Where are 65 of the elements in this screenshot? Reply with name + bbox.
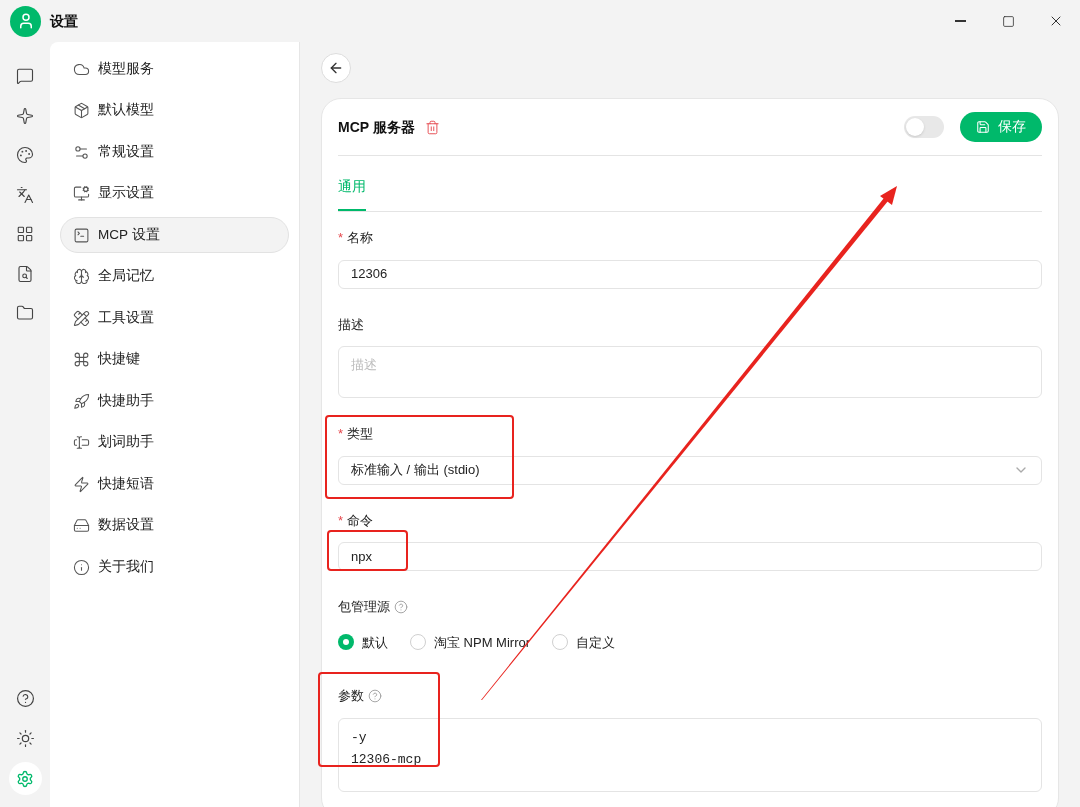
maximize-icon bbox=[1001, 14, 1015, 28]
command-icon bbox=[73, 351, 90, 368]
sparkle-icon bbox=[16, 106, 34, 125]
monitor-icon bbox=[73, 185, 90, 202]
radio-label: 淘宝 NPM Mirror bbox=[434, 633, 531, 652]
sidebar-item[interactable]: 数据设置 bbox=[60, 507, 289, 544]
radio-button[interactable] bbox=[410, 634, 426, 651]
settings-icon bbox=[16, 769, 34, 788]
avatar[interactable] bbox=[10, 5, 41, 37]
sliders-icon bbox=[73, 143, 90, 161]
minimize-icon bbox=[954, 20, 966, 22]
sun-icon bbox=[15, 728, 35, 748]
sidebar-item[interactable]: 关于我们 bbox=[60, 549, 289, 585]
sidebar-item[interactable]: 常规设置 bbox=[60, 134, 289, 170]
help-icon bbox=[15, 688, 35, 708]
box-icon bbox=[73, 102, 90, 119]
folder-icon bbox=[16, 304, 34, 322]
field-label: 包管理源 bbox=[338, 598, 390, 616]
sidebar-item[interactable]: 划词助手 bbox=[60, 424, 289, 461]
grid-icon bbox=[16, 225, 34, 243]
sidebar-item[interactable]: 模型服务 bbox=[60, 51, 289, 87]
save-icon bbox=[976, 120, 990, 134]
field-label: 类型 bbox=[347, 425, 374, 443]
pencil-ruler-icon bbox=[73, 309, 90, 327]
enable-toggle[interactable] bbox=[904, 116, 944, 138]
chat-icon bbox=[16, 67, 34, 85]
sidebar-item[interactable]: MCP 设置 bbox=[60, 217, 289, 253]
terminal-icon bbox=[73, 226, 90, 244]
text-field[interactable]: 12306 bbox=[338, 259, 1042, 289]
palette-icon bbox=[16, 146, 34, 164]
radio-button[interactable] bbox=[338, 634, 354, 651]
lightning-icon bbox=[73, 475, 90, 493]
brain-icon bbox=[73, 268, 90, 285]
field-label: 描述 bbox=[338, 315, 364, 334]
radio-label: 默认 bbox=[362, 633, 388, 652]
sidebar-item[interactable]: 快捷短语 bbox=[60, 466, 289, 502]
back-arrow-icon bbox=[328, 60, 344, 76]
arguments-field[interactable]: -y 12306-mcp bbox=[338, 717, 1042, 792]
field-label: 命令 bbox=[347, 511, 374, 530]
sidebar-item[interactable]: 快捷键 bbox=[60, 341, 289, 378]
text-cursor-icon bbox=[73, 434, 90, 451]
sidebar-item[interactable]: 工具设置 bbox=[60, 300, 289, 336]
sidebar-item[interactable]: 默认模型 bbox=[60, 92, 289, 129]
back-button[interactable] bbox=[321, 53, 351, 83]
window-title: 设置 bbox=[50, 11, 78, 31]
field-label: 参数 bbox=[338, 687, 364, 705]
delete-icon[interactable] bbox=[424, 119, 440, 135]
text-field[interactable]: npx bbox=[338, 542, 1042, 571]
translate-icon bbox=[16, 185, 34, 204]
field-label: 名称 bbox=[347, 229, 374, 247]
radio-button[interactable] bbox=[552, 634, 569, 651]
required-mark: * bbox=[338, 511, 344, 530]
required-mark: * bbox=[338, 425, 344, 443]
info-icon bbox=[73, 558, 90, 576]
type-dropdown[interactable]: 标准输入 / 输出 (stdio) bbox=[338, 455, 1042, 485]
card-title: MCP 服务器 bbox=[338, 117, 415, 137]
sidebar-item[interactable]: 显示设置 bbox=[60, 175, 289, 212]
required-mark: * bbox=[338, 229, 344, 247]
sidebar-item[interactable]: 快捷助手 bbox=[60, 383, 289, 419]
drive-icon bbox=[73, 517, 90, 534]
sidebar-item[interactable]: 全局记忆 bbox=[60, 258, 289, 295]
file-search-icon bbox=[16, 264, 34, 283]
settings-button[interactable] bbox=[8, 762, 42, 795]
radio-label: 自定义 bbox=[576, 633, 616, 652]
rocket-icon bbox=[73, 392, 90, 410]
